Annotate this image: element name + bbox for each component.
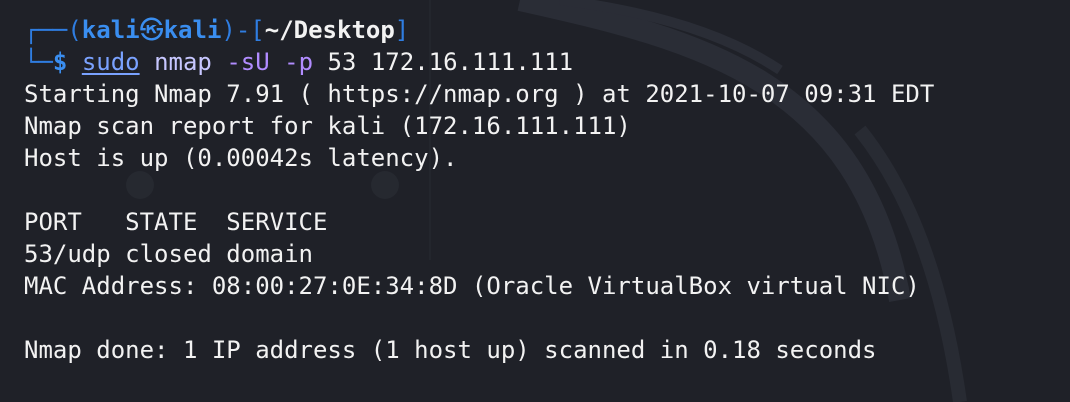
- prompt-at-symbol: ㉿: [139, 16, 164, 44]
- command-line[interactable]: └─$ sudo nmap -sU -p 53 172.16.111.111: [24, 46, 1060, 78]
- prompt-frame-bottom: └─: [24, 48, 53, 76]
- output-line-port-header: PORT STATE SERVICE: [24, 208, 328, 236]
- prompt-host: kali: [163, 16, 222, 44]
- output-line-blank: [24, 174, 1060, 206]
- command-port: 53: [327, 48, 357, 76]
- output-line-mac-address: MAC Address: 08:00:27:0E:34:8D (Oracle V…: [24, 272, 920, 300]
- prompt-dollar: $: [52, 48, 68, 76]
- prompt-frame-top: ┌──(: [24, 16, 82, 44]
- terminal-window[interactable]: ┌──(kali㉿kali)-[~/Desktop] └─$ sudo nmap…: [0, 0, 1070, 402]
- output-line-done: Nmap done: 1 IP address (1 host up) scan…: [24, 336, 877, 364]
- output-line-port-row: 53/udp closed domain: [24, 240, 313, 268]
- command-flag-p: -p: [284, 48, 314, 76]
- output-line-start: Starting Nmap 7.91 ( https://nmap.org ) …: [24, 80, 935, 108]
- command-program: nmap: [154, 48, 212, 76]
- terminal-output: ┌──(kali㉿kali)-[~/Desktop] └─$ sudo nmap…: [24, 14, 1060, 366]
- output-line-scan-report: Nmap scan report for kali (172.16.111.11…: [24, 112, 631, 140]
- command-sudo: sudo: [81, 48, 140, 76]
- prompt-close-bracket: ]: [394, 16, 410, 44]
- prompt-user: kali: [81, 16, 140, 44]
- output-line-blank: [24, 302, 1060, 334]
- prompt-line: ┌──(kali㉿kali)-[~/Desktop]: [24, 14, 1060, 46]
- command-target: 172.16.111.111: [370, 48, 574, 76]
- output-line-host-up: Host is up (0.00042s latency).: [24, 144, 458, 172]
- prompt-path: ~/Desktop: [264, 16, 395, 44]
- prompt-separator: )-[: [221, 16, 265, 44]
- command-flag-su: -sU: [226, 48, 270, 76]
